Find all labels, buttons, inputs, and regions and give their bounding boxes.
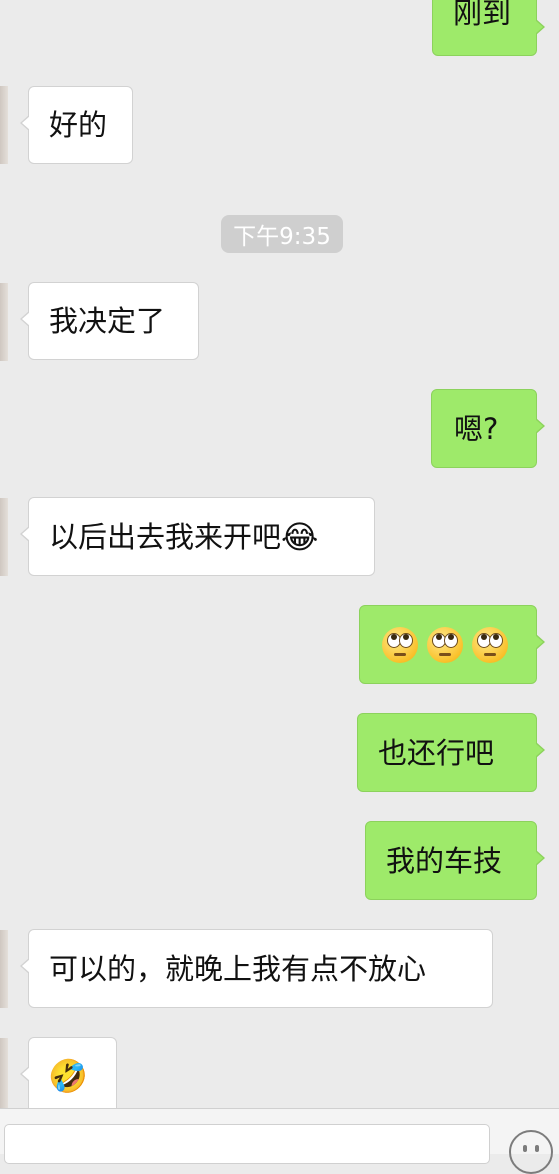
message-bubble-outgoing[interactable]: 嗯? — [431, 389, 545, 468]
avatar[interactable] — [0, 1038, 8, 1108]
eye-roll-emoji-icon — [382, 626, 418, 663]
message-bubble-incoming[interactable]: 我决定了 — [20, 282, 199, 360]
timestamp: 下午9:35 — [221, 215, 343, 253]
eye-roll-emoji-icon — [427, 626, 463, 663]
message-text: 好的 — [49, 108, 108, 142]
message-bubble-incoming[interactable]: 可以的，就晚上我有点不放心 — [20, 929, 493, 1008]
emoji-button[interactable] — [509, 1130, 553, 1174]
message-bubble-outgoing[interactable]: 刚到 — [432, 0, 545, 56]
message-text: 我的车技 — [386, 843, 503, 878]
message-text: 刚到 — [453, 0, 512, 30]
avatar[interactable] — [0, 283, 8, 361]
message-bubble-outgoing[interactable]: 我的车技 — [365, 821, 545, 900]
eye-roll-emoji-icon — [472, 626, 508, 663]
message-text: 嗯? — [454, 411, 499, 446]
message-bubble-incoming[interactable]: 以后出去我来开吧 😂 — [20, 497, 375, 576]
tears-of-joy-emoji-icon: 😂 — [281, 517, 319, 556]
avatar[interactable] — [0, 86, 8, 164]
message-bubble-incoming[interactable]: 好的 — [20, 86, 133, 164]
avatar[interactable] — [0, 498, 8, 576]
message-text: 以后出去我来开吧 — [49, 519, 282, 554]
message-text: 可以的，就晚上我有点不放心 — [49, 951, 427, 986]
message-text: 也还行吧 — [378, 735, 495, 770]
message-bubble-incoming[interactable]: 🤣 — [20, 1037, 117, 1117]
input-bar — [0, 1108, 559, 1174]
avatar[interactable] — [0, 930, 8, 1008]
message-bubble-outgoing[interactable]: 也还行吧 — [357, 713, 545, 792]
message-text: 我决定了 — [49, 304, 166, 338]
message-input[interactable] — [4, 1124, 490, 1164]
message-bubble-outgoing[interactable] — [359, 605, 545, 684]
rolling-on-floor-laughing-emoji-icon: 🤣 — [48, 1057, 88, 1095]
